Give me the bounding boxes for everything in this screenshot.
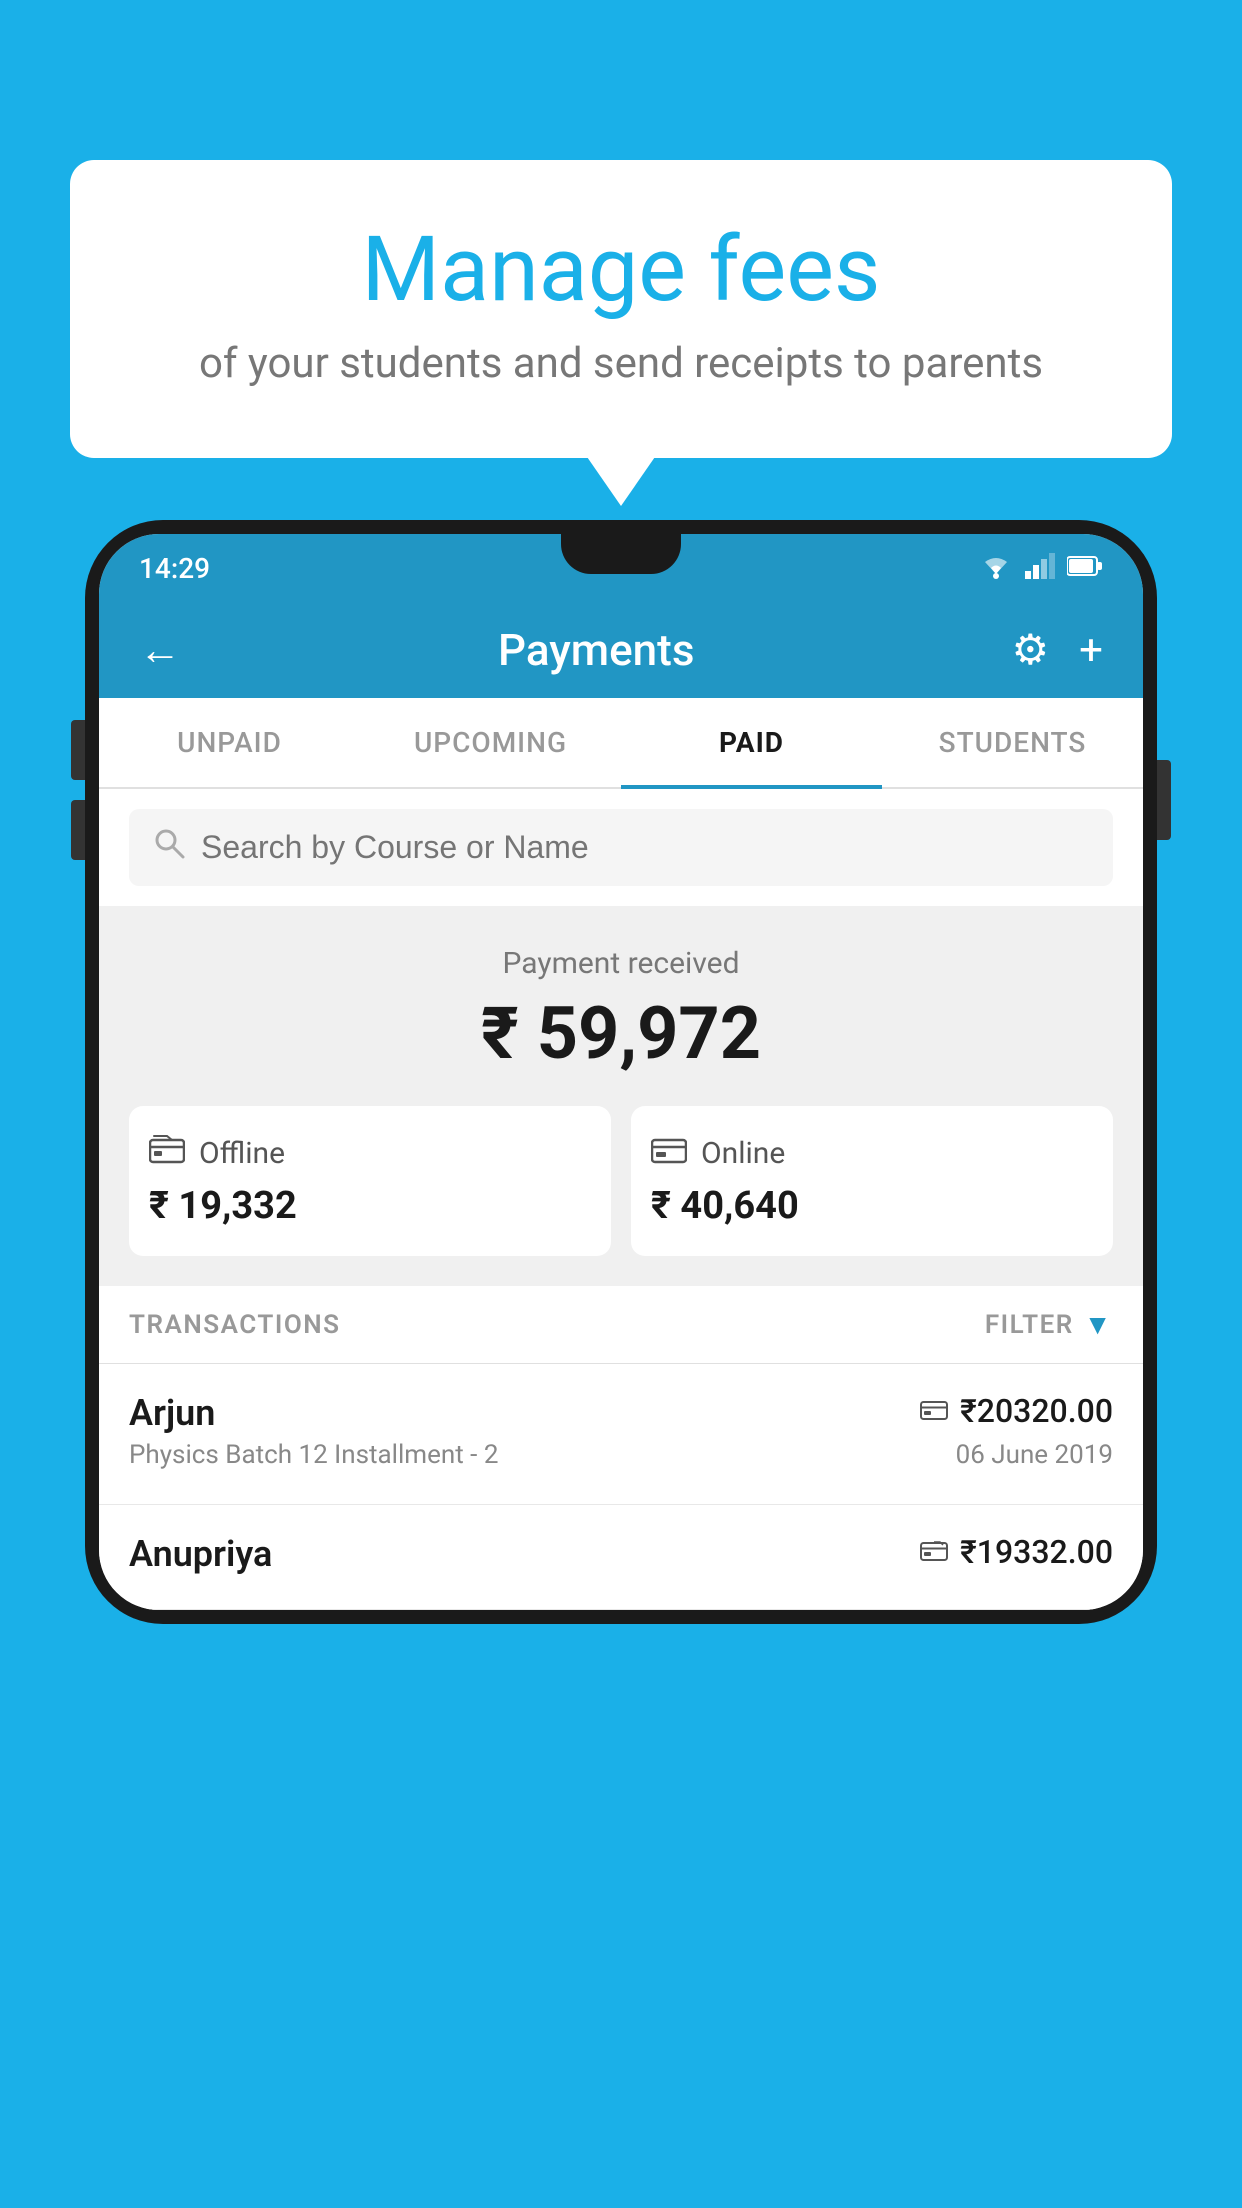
header-actions: ⚙ +	[1011, 625, 1103, 675]
transaction-row-top: Arjun ₹20320.00	[129, 1392, 1113, 1434]
offline-payment-icon	[149, 1134, 185, 1172]
transactions-label: TRANSACTIONS	[129, 1310, 341, 1340]
search-bar-container	[99, 789, 1143, 906]
add-icon[interactable]: +	[1079, 626, 1103, 675]
battery-icon	[1067, 555, 1103, 581]
tab-paid[interactable]: PAID	[621, 698, 882, 787]
online-card-amount: ₹ 40,640	[651, 1184, 1093, 1228]
search-icon	[153, 827, 185, 868]
tab-unpaid[interactable]: UNPAID	[99, 698, 360, 787]
tab-bar: UNPAID UPCOMING PAID STUDENTS	[99, 698, 1143, 789]
transaction-item-arjun[interactable]: Arjun ₹20320.00 Physics Batch 1	[99, 1364, 1143, 1505]
filter-button[interactable]: FILTER ▼	[985, 1308, 1113, 1341]
phone-screen: 14:29	[99, 534, 1143, 1610]
online-payment-icon	[651, 1134, 687, 1172]
online-card-header: Online	[651, 1134, 1093, 1172]
status-bar: 14:29	[99, 534, 1143, 602]
phone-notch	[561, 534, 681, 574]
offline-card-header: Offline	[149, 1134, 591, 1172]
volume-down-button	[71, 800, 85, 860]
online-card-type: Online	[701, 1136, 785, 1171]
bubble-subtitle: of your students and send receipts to pa…	[150, 339, 1092, 388]
transaction-amount-2: ₹19332.00	[960, 1533, 1113, 1571]
speech-bubble-section: Manage fees of your students and send re…	[70, 160, 1172, 458]
tab-students[interactable]: STUDENTS	[882, 698, 1143, 787]
online-payment-card: Online ₹ 40,640	[631, 1106, 1113, 1256]
status-icons	[979, 552, 1103, 584]
transaction-amount: ₹20320.00	[960, 1392, 1113, 1430]
offline-card-amount: ₹ 19,332	[149, 1184, 591, 1228]
phone-bezel: 14:29	[85, 520, 1157, 1624]
payment-type-icon	[920, 1395, 948, 1428]
payment-type-icon-2	[920, 1536, 948, 1569]
status-time: 14:29	[139, 552, 210, 585]
tab-upcoming[interactable]: UPCOMING	[360, 698, 621, 787]
settings-icon[interactable]: ⚙	[1011, 625, 1049, 675]
transaction-amount-wrapper-2: ₹19332.00	[920, 1533, 1113, 1571]
back-button[interactable]: ←	[139, 626, 181, 675]
transaction-description: Physics Batch 12 Installment - 2	[129, 1440, 498, 1470]
transaction-date: 06 June 2019	[956, 1440, 1113, 1470]
page-title: Payments	[498, 624, 694, 676]
bubble-title: Manage fees	[150, 220, 1092, 319]
volume-up-button	[71, 720, 85, 780]
transactions-header: TRANSACTIONS FILTER ▼	[99, 1286, 1143, 1364]
signal-icon	[1025, 553, 1055, 583]
speech-bubble-card: Manage fees of your students and send re…	[70, 160, 1172, 458]
phone-mockup: 14:29	[85, 520, 1157, 1624]
payment-received-amount: ₹ 59,972	[129, 991, 1113, 1076]
transaction-name-2: Anupriya	[129, 1533, 272, 1575]
search-input-wrapper[interactable]	[129, 809, 1113, 886]
offline-card-type: Offline	[199, 1136, 285, 1171]
payment-received-label: Payment received	[129, 946, 1113, 981]
app-header: ← Payments ⚙ +	[99, 602, 1143, 698]
transaction-row-bottom: Physics Batch 12 Installment - 2 06 June…	[129, 1440, 1113, 1470]
filter-icon: ▼	[1084, 1308, 1113, 1341]
payment-cards-container: Offline ₹ 19,332	[129, 1106, 1113, 1256]
transaction-row-top-2: Anupriya ₹19332.00	[129, 1533, 1113, 1575]
search-input[interactable]	[201, 829, 1089, 866]
transaction-amount-wrapper: ₹20320.00	[920, 1392, 1113, 1430]
payment-received-section: Payment received ₹ 59,972	[99, 906, 1143, 1286]
filter-label: FILTER	[985, 1310, 1074, 1340]
offline-payment-card: Offline ₹ 19,332	[129, 1106, 611, 1256]
power-button	[1157, 760, 1171, 840]
transaction-item-anupriya[interactable]: Anupriya ₹19332.00	[99, 1505, 1143, 1610]
transaction-name: Arjun	[129, 1392, 215, 1434]
wifi-icon	[979, 552, 1013, 584]
